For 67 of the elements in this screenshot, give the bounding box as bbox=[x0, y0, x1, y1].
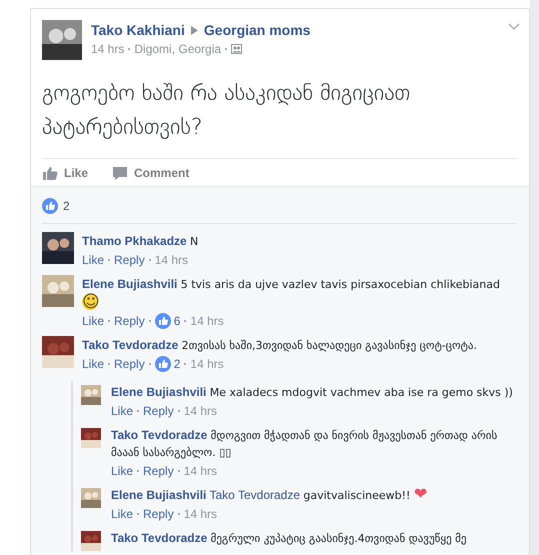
separator-dot bbox=[178, 410, 180, 412]
like-link[interactable]: Like bbox=[82, 252, 104, 268]
comment-time[interactable]: 14 hrs bbox=[154, 252, 188, 268]
comment-text: Elene Bujiashvili Me xaladecs mdogvit vachmev aba ise ra gemo skvs )) bbox=[111, 384, 514, 401]
post-text: გოგოებო ხაში რა ასაკიდან მიგიციათ პატარებისთვის? bbox=[41, 80, 412, 142]
chevron-down-icon[interactable] bbox=[508, 23, 520, 31]
separator-dot bbox=[137, 410, 140, 412]
comment-time[interactable]: 14 hrs bbox=[184, 403, 218, 419]
comment-text: Tako Tevdoradze მეგრული კუპატიც გაასინჯე.4თვიდან დავუწყე მე bbox=[111, 530, 468, 547]
like-link[interactable]: Like bbox=[82, 356, 104, 372]
like-count[interactable]: 2 bbox=[174, 356, 180, 372]
separator-dot bbox=[225, 48, 228, 50]
mention-link[interactable]: Tako Tevdoradze bbox=[210, 488, 300, 502]
comment-button[interactable]: Comment bbox=[112, 165, 190, 181]
separator-dot bbox=[137, 513, 140, 515]
comment-text: Tako Tevdoradze მდოგვით მჭადთან და ნივრის მჟავესთან ერთად არის მააან სასარგებლო. ▯▯ bbox=[111, 427, 498, 461]
commenter-name[interactable]: Tako Tevdoradze bbox=[111, 428, 208, 442]
like-count[interactable]: 2 bbox=[63, 199, 70, 213]
separator-dot bbox=[108, 259, 110, 261]
location-link[interactable]: Digomi, Georgia bbox=[134, 42, 222, 56]
like-link[interactable]: Like bbox=[82, 313, 104, 329]
post-time[interactable]: 14 hrs bbox=[91, 42, 124, 56]
separator-dot bbox=[108, 320, 110, 322]
comment-time[interactable]: 14 hrs bbox=[190, 313, 224, 329]
separator-dot bbox=[148, 259, 151, 261]
thumbs-up-icon bbox=[42, 165, 58, 181]
reply-link[interactable]: Reply bbox=[114, 313, 145, 329]
comment-text: Elene Bujiashvili Tako Tevdoradze gavitvaliscineewb!! ❤ bbox=[111, 486, 428, 504]
comment-text: Tako Tevdoradze 2თვისას ხაში,3თვიდან ხალადეცი გავასინჯე ცოტ-ცოტა. bbox=[82, 337, 478, 354]
comment-time[interactable]: 14 hrs bbox=[190, 356, 224, 372]
like-reaction-icon bbox=[154, 313, 171, 329]
reply-link[interactable]: Reply bbox=[143, 463, 174, 479]
like-reaction-icon bbox=[42, 198, 58, 214]
like-link[interactable]: Like bbox=[111, 403, 134, 419]
emoji: ❤ bbox=[414, 484, 428, 503]
reply-link[interactable]: Reply bbox=[114, 252, 145, 268]
like-reaction-icon bbox=[154, 356, 171, 372]
speech-bubble-icon bbox=[112, 165, 128, 181]
separator-dot bbox=[148, 363, 151, 365]
like-count[interactable]: 6 bbox=[174, 313, 180, 329]
commenter-name[interactable]: Tako Tevdoradze bbox=[111, 531, 208, 545]
like-link[interactable]: Like bbox=[111, 463, 134, 479]
commenter-name[interactable]: Tako Tevdoradze bbox=[82, 338, 178, 352]
commenter-name[interactable]: Thamo Pkhakadze bbox=[82, 234, 187, 248]
comment-time[interactable]: 14 hrs bbox=[184, 463, 218, 479]
separator-dot bbox=[108, 363, 110, 365]
commenter-name[interactable]: Elene Bujiashvili bbox=[82, 277, 178, 291]
like-link[interactable]: Like bbox=[111, 506, 134, 522]
separator-dot bbox=[128, 48, 130, 50]
commenter-name[interactable]: Elene Bujiashvili bbox=[111, 488, 206, 502]
reply-link[interactable]: Reply bbox=[143, 506, 174, 522]
reply-link[interactable]: Reply bbox=[143, 403, 174, 419]
separator-dot bbox=[184, 320, 186, 322]
triangle-icon bbox=[190, 26, 198, 34]
separator-dot bbox=[178, 513, 180, 515]
group-link[interactable]: Georgian moms bbox=[204, 22, 310, 38]
commenter-name[interactable]: Elene Bujiashvili bbox=[111, 385, 206, 399]
like-button[interactable]: Like bbox=[42, 165, 88, 181]
author-link[interactable]: Tako Kakhiani bbox=[91, 22, 185, 38]
separator-dot bbox=[137, 470, 140, 472]
separator-dot bbox=[178, 470, 180, 472]
reply-link[interactable]: Reply bbox=[114, 356, 145, 372]
separator-dot bbox=[184, 363, 186, 365]
separator-dot bbox=[148, 320, 151, 322]
comment-text: Thamo Pkhakadze N bbox=[82, 233, 200, 250]
group-icon bbox=[231, 44, 242, 54]
comment-time[interactable]: 14 hrs bbox=[184, 506, 218, 522]
